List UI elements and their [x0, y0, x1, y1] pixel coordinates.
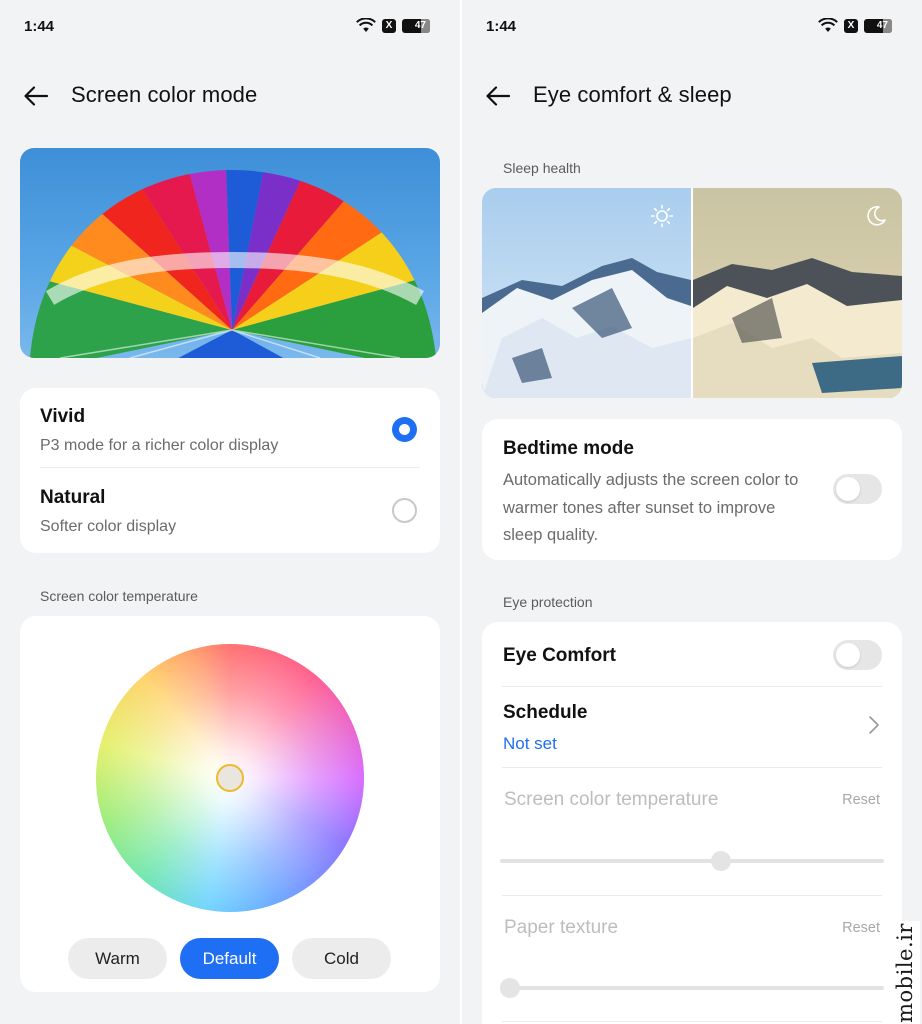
- mode-subtitle: P3 mode for a richer color display: [40, 437, 279, 454]
- color-temperature-slider[interactable]: [500, 851, 884, 871]
- mode-option-natural[interactable]: Natural Softer color display: [40, 469, 420, 549]
- mode-title: Natural: [40, 487, 106, 508]
- battery-icon: 47: [402, 18, 430, 33]
- paper-texture-title: Paper texture: [504, 917, 619, 938]
- bedtime-description: Automatically adjusts the screen color t…: [503, 471, 799, 544]
- day-night-preview-image: [482, 188, 902, 398]
- page-title: Eye comfort & sleep: [533, 82, 732, 107]
- natural-radio[interactable]: [392, 498, 417, 523]
- eye-protection-section-label: Eye protection: [503, 594, 593, 610]
- mode-subtitle: Softer color display: [40, 518, 177, 535]
- sleep-health-section-label: Sleep health: [503, 160, 581, 176]
- moon-icon: [867, 206, 886, 226]
- wifi-icon: [356, 18, 376, 33]
- watermark-text: mobile.ir: [893, 922, 918, 1023]
- paper-texture-reset-button[interactable]: Reset: [842, 920, 880, 936]
- battery-level: 47: [414, 20, 426, 31]
- parachute-preview-image: [20, 148, 440, 358]
- divider: [502, 1021, 882, 1022]
- schedule-value: Not set: [503, 734, 557, 753]
- status-bar: 1:44 X 47: [0, 0, 460, 54]
- paper-texture-slider[interactable]: [500, 978, 884, 998]
- color-temperature-slider-thumb[interactable]: [711, 851, 732, 871]
- color-temperature-reset-button[interactable]: Reset: [842, 792, 880, 808]
- eye-protection-card: Eye Comfort Schedule Not set Screen colo…: [482, 622, 902, 1024]
- chevron-right-icon: [869, 716, 879, 734]
- back-arrow-icon[interactable]: [484, 82, 512, 110]
- status-time: 1:44: [486, 18, 517, 35]
- color-mode-card: Vivid P3 mode for a richer color display…: [20, 388, 440, 553]
- divider: [502, 767, 882, 768]
- mode-option-vivid[interactable]: Vivid P3 mode for a richer color display: [40, 388, 420, 468]
- battery-level: 47: [876, 20, 888, 31]
- cold-button[interactable]: Cold: [292, 938, 391, 979]
- preset-buttons: Warm Default Cold: [68, 938, 391, 979]
- paper-texture-slider-thumb[interactable]: [500, 978, 520, 998]
- watermark: mobile.ir: [890, 921, 920, 1024]
- eye-comfort-screen: 1:44 X 47 Eye comfort & sleep Sleep heal…: [462, 0, 922, 1024]
- mode-title: Vivid: [40, 406, 86, 427]
- color-wheel-handle[interactable]: [216, 764, 244, 792]
- notification-x-icon: X: [382, 18, 396, 33]
- bedtime-toggle[interactable]: [833, 474, 882, 504]
- eye-comfort-toggle[interactable]: [833, 640, 882, 670]
- back-arrow-icon[interactable]: [22, 82, 50, 110]
- bedtime-mode-card: Bedtime mode Automatically adjusts the s…: [482, 419, 902, 560]
- schedule-row[interactable]: Schedule Not set: [482, 687, 902, 767]
- divider: [502, 895, 882, 896]
- warm-button[interactable]: Warm: [68, 938, 167, 979]
- schedule-title: Schedule: [503, 702, 588, 723]
- color-temperature-title: Screen color temperature: [504, 789, 719, 810]
- page-title: Screen color mode: [71, 82, 258, 107]
- screen-color-mode-screen: 1:44 X 47 Screen color mode Vivid P3 mod…: [0, 0, 460, 1024]
- status-bar: 1:44 X 47: [462, 0, 922, 54]
- status-time: 1:44: [24, 18, 55, 35]
- sun-icon: [650, 204, 674, 228]
- vivid-radio[interactable]: [392, 417, 417, 442]
- color-temperature-card: Warm Default Cold: [20, 616, 440, 992]
- default-button[interactable]: Default: [180, 938, 279, 979]
- temperature-section-label: Screen color temperature: [40, 588, 198, 604]
- status-icons: X 47: [818, 18, 892, 33]
- bedtime-title: Bedtime mode: [503, 438, 634, 459]
- status-icons: X 47: [356, 18, 430, 33]
- eye-comfort-title: Eye Comfort: [503, 645, 616, 666]
- notification-x-icon: X: [844, 18, 858, 33]
- top-app-bar: Eye comfort & sleep: [462, 76, 922, 116]
- battery-icon: 47: [864, 18, 892, 33]
- top-app-bar: Screen color mode: [0, 76, 460, 116]
- wifi-icon: [818, 18, 838, 33]
